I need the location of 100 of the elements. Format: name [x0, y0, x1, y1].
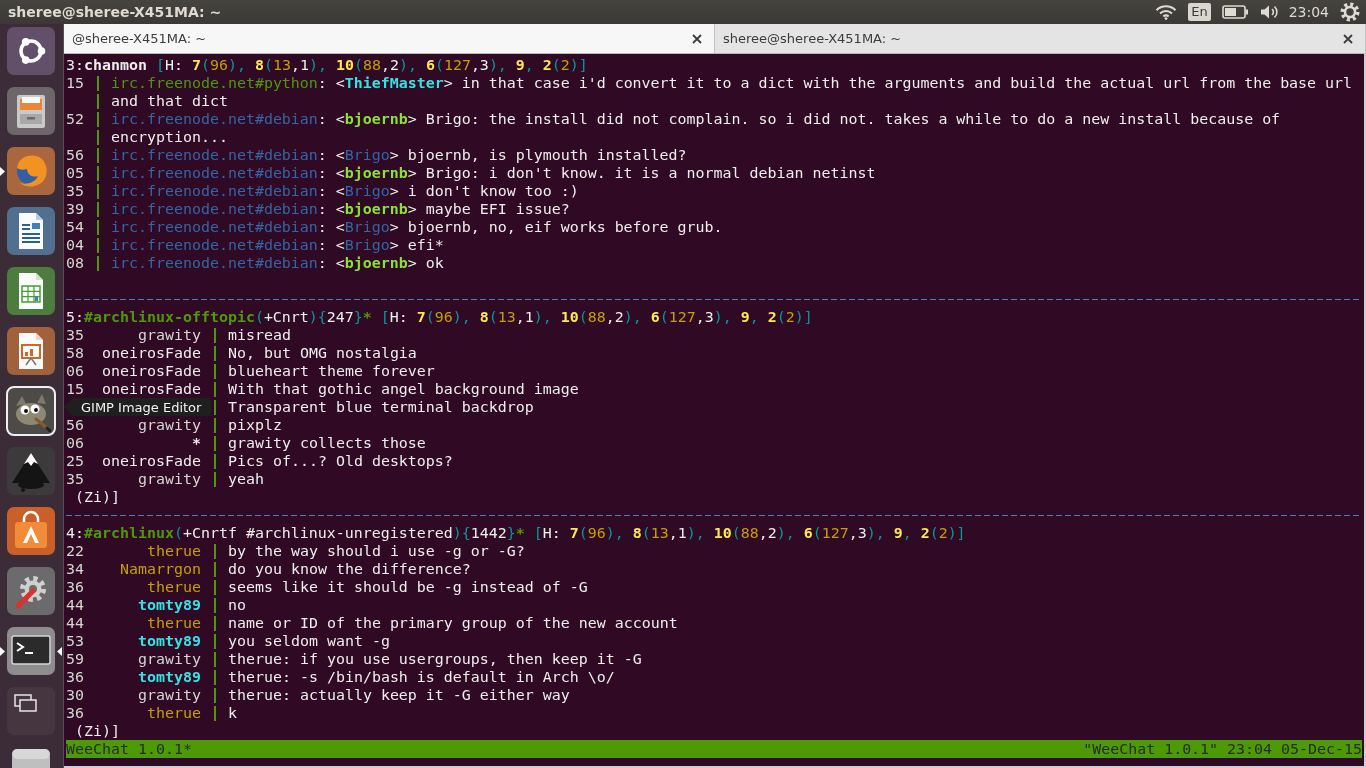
close-icon[interactable]: [692, 33, 702, 44]
monitor-message: irc.freenode.net#debian: <Brigo> bjoernb, is plymouth installed?: [111, 146, 687, 164]
message-text: name or ID of the primary group of the new account: [228, 614, 678, 632]
monitor-message: irc.freenode.net#debian: <bjoernb> Brigo: i don't know. it is a normal debian netinst: [111, 164, 876, 182]
battery-icon[interactable]: [1221, 5, 1249, 19]
terminal-tab[interactable]: sheree@sheree-X451MA: ~: [715, 24, 1366, 53]
nickname: oneirosFade: [102, 362, 201, 380]
timestamp: 35: [66, 326, 84, 344]
input-prompt: (Zi)]: [75, 722, 120, 740]
message-text: therue: actually keep it -G either way: [228, 686, 570, 704]
message-continuation: and that dict: [111, 92, 228, 110]
message-text: Transparent blue terminal backdrop: [228, 398, 534, 416]
message-text: therue: -s /bin/bash is default in Arch \o/: [228, 668, 615, 686]
monitor-message: irc.freenode.net#debian: <bjoernb> maybe EFI issue?: [111, 200, 570, 218]
nickname: oneirosFade: [102, 344, 201, 362]
timestamp: 34: [66, 560, 84, 578]
nickname: therue: [147, 542, 201, 560]
terminal-tab[interactable]: @sheree-X451MA: ~: [64, 24, 715, 53]
buffer-status-line: 5:#archlinux-offtopic(+Cnrt){247}* [H: 7(96), 8(13,1), 10(88,2), 6(127,3), 9, 2(2)]: [66, 308, 813, 326]
timestamp: 04: [66, 236, 84, 254]
message-continuation: encryption...: [111, 128, 228, 146]
nickname: therue: [147, 704, 201, 722]
presentation-icon[interactable]: [6, 326, 56, 376]
message-text: No, but OMG nostalgia: [228, 344, 417, 362]
keyboard-layout-indicator[interactable]: En: [1188, 3, 1211, 21]
message-text: With that gothic angel background image: [228, 380, 579, 398]
file-cabinet-icon[interactable]: [6, 86, 56, 136]
nickname: therue: [147, 614, 201, 632]
terminal-icon[interactable]: [6, 626, 56, 676]
message-text: grawity collects those: [228, 434, 426, 452]
nickname: tomty89: [138, 596, 201, 614]
creature-icon[interactable]: [6, 386, 56, 436]
gear-icon[interactable]: [1340, 2, 1360, 22]
windows-icon[interactable]: [6, 686, 56, 736]
timestamp: 56: [66, 146, 84, 164]
mountain-icon[interactable]: [6, 446, 56, 496]
input-prompt: (Zi)]: [75, 488, 120, 506]
timestamp: 15: [66, 380, 84, 398]
status-info: "WeeChat 1.0.1" 23:04 05-Dec-15: [1083, 740, 1362, 758]
nickname: therue: [147, 578, 201, 596]
monitor-message: irc.freenode.net#debian: <Brigo> efi*: [111, 236, 444, 254]
monitor-message: irc.freenode.net#debian: <bjoernb> Brigo: the install did not complain. so i did not. takes a while to do a new install because of: [111, 110, 1281, 128]
timestamp: 58: [66, 344, 84, 362]
timestamp: 06: [66, 362, 84, 380]
timestamp: 53: [66, 632, 84, 650]
nickname: *: [192, 434, 201, 452]
message-text: do you know the difference?: [228, 560, 471, 578]
nickname: Namarrgon: [120, 560, 201, 578]
message-text: therue: if you use usergroups, then keep it -G: [228, 650, 642, 668]
wifi-icon[interactable]: [1155, 4, 1178, 20]
shopping-bag-icon[interactable]: [6, 506, 56, 556]
nickname: grawity: [138, 686, 201, 704]
document-icon[interactable]: [6, 206, 56, 256]
timestamp: 54: [66, 218, 84, 236]
close-icon[interactable]: [1343, 33, 1353, 44]
timestamp: 36: [66, 578, 84, 596]
message-text: you seldom want -g: [228, 632, 390, 650]
circle-logo-icon[interactable]: [6, 26, 56, 76]
nickname: oneirosFade: [102, 452, 201, 470]
nickname: grawity: [138, 470, 201, 488]
nickname: grawity: [138, 416, 201, 434]
timestamp: 44: [66, 596, 84, 614]
status-buffer-name: WeeChat 1.0.1*: [66, 740, 192, 758]
message-text: Pics of...? Old desktops?: [228, 452, 453, 470]
window-title: sheree@sheree-X451MA: ~: [8, 4, 222, 20]
timestamp: 25: [66, 452, 84, 470]
message-text: by the way should i use -g or -G?: [228, 542, 525, 560]
message-text: yeah: [228, 470, 264, 488]
spreadsheet-icon[interactable]: [6, 266, 56, 316]
nickname: tomty89: [138, 668, 201, 686]
message-text: no: [228, 596, 246, 614]
gear-wrench-icon[interactable]: [6, 566, 56, 616]
timestamp: 06: [66, 434, 84, 452]
timestamp: 35: [66, 470, 84, 488]
timestamp: 52: [66, 110, 84, 128]
message-text: misread: [228, 326, 291, 344]
timestamp: 59: [66, 650, 84, 668]
timestamp: 39: [66, 200, 84, 218]
timestamp: 08: [66, 254, 84, 272]
nickname: grawity: [138, 326, 201, 344]
nickname: tomty89: [138, 632, 201, 650]
buffer-status-line: 4:#archlinux(+Cnrtf #archlinux-unregistered){1442}* [H: 7(96), 8(13,1), 10(88,2), 6(127,3), 9, 2(2)]: [66, 524, 966, 542]
nickname: oneirosFade: [102, 380, 201, 398]
nickname: grawity: [138, 650, 201, 668]
monitor-message: irc.freenode.net#debian: <bjoernb> ok: [111, 254, 444, 272]
timestamp: 56: [66, 416, 84, 434]
message-text: k: [228, 704, 237, 722]
clock[interactable]: 23:04: [1288, 4, 1329, 20]
timestamp: 44: [66, 614, 84, 632]
timestamp: 15: [66, 74, 84, 92]
tooltip: GIMP Image Editor: [64, 398, 212, 416]
globe-icon[interactable]: [6, 146, 56, 196]
volume-icon[interactable]: [1259, 4, 1278, 20]
monitor-message: irc.freenode.net#debian: <Brigo> i don't know too :): [111, 182, 579, 200]
timestamp: 05: [66, 164, 84, 182]
timestamp: 22: [66, 542, 84, 560]
timestamp: 36: [66, 704, 84, 722]
timestamp: 30: [66, 686, 84, 704]
timestamp: 36: [66, 668, 84, 686]
monitor-message: irc.freenode.net#debian: <Brigo> bjoernb, no, eif works before grub.: [111, 218, 723, 236]
